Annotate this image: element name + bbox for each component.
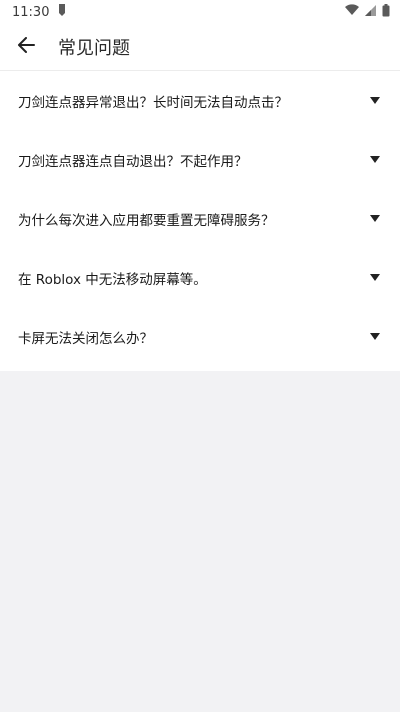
battery-icon: [382, 3, 390, 21]
app-bar: 常见问题: [0, 24, 400, 70]
faq-item[interactable]: 卡屏无法关闭怎么办？: [0, 307, 400, 366]
status-bar: 11:30: [0, 0, 400, 24]
faq-question: 为什么每次进入应用都要重置无障碍服务？: [18, 212, 275, 229]
status-time: 11:30: [12, 4, 50, 20]
signal-icon: [365, 4, 376, 20]
triangle-down-icon: [370, 214, 380, 224]
triangle-down-icon: [370, 273, 380, 283]
triangle-down-icon: [370, 332, 380, 342]
faq-question: 刀剑连点器异常退出？长时间无法自动点击？: [18, 94, 288, 111]
page-title: 常见问题: [58, 38, 130, 59]
faq-item[interactable]: 在 Roblox 中无法移动屏幕等。: [0, 248, 400, 307]
faq-question: 在 Roblox 中无法移动屏幕等。: [18, 271, 207, 288]
arrow-left-icon: [17, 37, 35, 57]
faq-item[interactable]: 刀剑连点器连点自动退出？不起作用？: [0, 130, 400, 189]
back-button[interactable]: [14, 35, 38, 59]
faq-list: 刀剑连点器异常退出？长时间无法自动点击？ 刀剑连点器连点自动退出？不起作用？ 为…: [0, 71, 400, 371]
notification-icon: [57, 3, 67, 21]
faq-item[interactable]: 为什么每次进入应用都要重置无障碍服务？: [0, 189, 400, 248]
triangle-down-icon: [370, 155, 380, 165]
faq-question: 刀剑连点器连点自动退出？不起作用？: [18, 153, 248, 170]
faq-question: 卡屏无法关闭怎么办？: [18, 330, 153, 347]
triangle-down-icon: [370, 96, 380, 106]
faq-item[interactable]: 刀剑连点器异常退出？长时间无法自动点击？: [0, 71, 400, 130]
list-end-spacer: [0, 366, 400, 371]
wifi-icon: [345, 4, 359, 20]
